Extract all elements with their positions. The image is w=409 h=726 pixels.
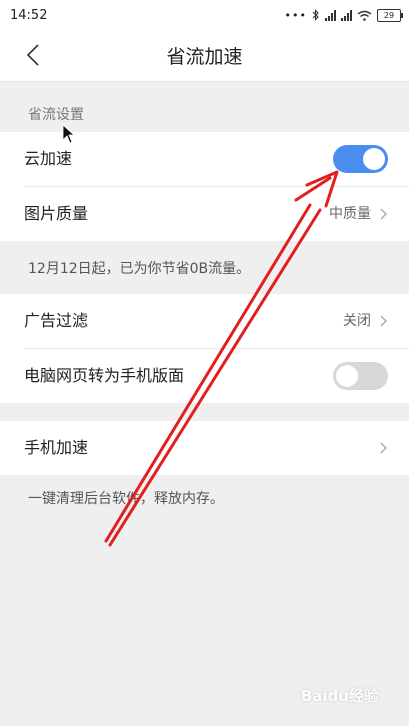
annotation-arrow-icon (104, 170, 339, 547)
baidu-watermark: Baidu经验 (300, 687, 379, 705)
